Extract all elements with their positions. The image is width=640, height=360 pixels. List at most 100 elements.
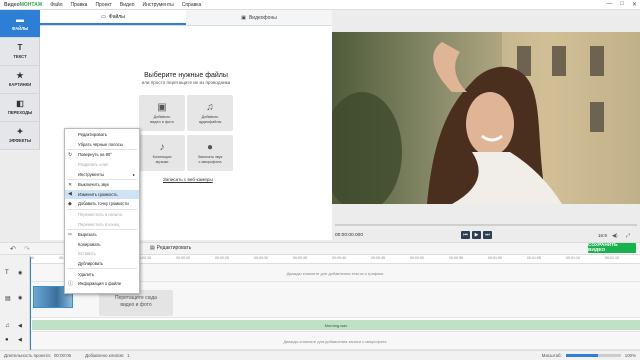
voice-track-hint: Дважды кликните для добавления записи с … (283, 339, 387, 344)
context-menu-label: Выключить звук (78, 182, 109, 188)
play-icon[interactable]: ▶ (472, 231, 481, 239)
context-menu-label: Изменить громкость (78, 191, 118, 197)
music-collection-tile[interactable]: ♪ Коллекция музыки (139, 135, 185, 171)
ruler-tick: 00:00:30 (254, 256, 268, 260)
playhead[interactable] (30, 257, 31, 350)
ruler-tick: 00:01:00 (488, 256, 502, 260)
zoom-slider[interactable] (565, 354, 621, 357)
preview-scrubber[interactable] (335, 224, 637, 226)
playback-buttons: ⏮ ▶ ⏭ (461, 231, 492, 239)
files-subheading: или просто перетащите их из проводника (141, 80, 231, 85)
ruler-tick: 00:01:15 (605, 256, 619, 260)
context-menu-item[interactable]: Убрать чёрные полосы (65, 140, 139, 150)
sidebar-item-images[interactable]: ★ КАРТИНКИ (0, 66, 40, 94)
context-menu-item[interactable]: ↻ Повернуть на 90° (65, 150, 139, 160)
eye-icon[interactable]: ◉ (18, 270, 22, 276)
eye-icon[interactable]: ◉ (18, 295, 22, 301)
tab-video-backgrounds[interactable]: ▣ Видеофоны (186, 10, 332, 25)
voice-track[interactable]: Дважды кликните для добавления записи с … (30, 332, 640, 350)
menu-bar: ВидеоМОНТАЖ Файл Правка Проект Видео Инс… (0, 0, 640, 10)
menu-video[interactable]: Видео (120, 2, 135, 8)
context-menu-item[interactable]: ✂ Вырезать (65, 230, 139, 240)
redo-icon[interactable]: ↷ (24, 245, 30, 253)
cut-icon: ✂ (68, 231, 73, 238)
context-menu-item: Переместить в начало (65, 210, 139, 220)
mute-icon: ✕ (68, 181, 73, 188)
sidebar-item-transitions[interactable]: ◧ ПЕРЕХОДЫ (0, 94, 40, 122)
volume-point-icon: ◆ (68, 200, 72, 207)
context-menu-label: Добавить точку громкости (78, 201, 129, 207)
volume-icon: ◀ (68, 191, 72, 198)
fullscreen-icon[interactable]: ⤢ (626, 233, 630, 239)
context-menu-label: Разделить клип (78, 162, 109, 168)
ruler-tick: 00:00:35 (293, 256, 307, 260)
add-video-tile[interactable]: ▣ Добавить видео и фото (139, 95, 185, 131)
music-note-icon: ♪ (159, 141, 165, 153)
sidebar: ▬ ФАЙЛЫ T ТЕКСТ ★ КАРТИНКИ ◧ ПЕРЕХОДЫ ✦ ЭФФЕК… (0, 10, 40, 150)
info-icon: ⓘ (68, 281, 74, 288)
context-menu-item[interactable]: ◀ Изменить громкость (65, 189, 139, 200)
tab-files[interactable]: ▭ Файлы (40, 10, 186, 25)
ruler-tick: 00:00:55 (449, 256, 463, 260)
context-menu-label: Повернуть на 90° (78, 152, 112, 158)
edit-button[interactable]: ▤ Редактировать (150, 245, 191, 251)
undo-icon[interactable]: ↶ (10, 245, 16, 253)
video-track-icon: ▤ (5, 296, 11, 302)
context-menu: Редактировать Убрать чёрные полосы ↻ Поверн… (64, 128, 140, 294)
menu-project[interactable]: Проект (95, 2, 111, 8)
context-menu-label: Информация о файле (78, 281, 122, 287)
webcam-link[interactable]: Записать с веб-камеры (163, 177, 213, 182)
audio-file-icon: ♫ (206, 101, 214, 113)
speaker-icon[interactable]: ◀ (18, 337, 22, 343)
menu-file[interactable]: Файл (50, 2, 62, 8)
context-menu-item[interactable]: ◆ Добавить точку громкости (65, 199, 139, 209)
ruler-tick: 00:00:50 (410, 256, 424, 260)
aspect-ratio[interactable]: 16:9 (598, 233, 607, 238)
save-video-button[interactable]: СОХРАНИТЬ ВИДЕО (588, 243, 636, 253)
skip-forward-icon[interactable]: ⏭ (483, 231, 492, 239)
files-heading: Выберите нужные файлы (144, 72, 228, 79)
context-menu-item[interactable]: ✕ Выключить звук (65, 180, 139, 190)
image-icon: ▣ (241, 14, 246, 21)
ruler-tick: 00:00:40 (332, 256, 346, 260)
context-menu-label: Убрать чёрные полосы (78, 141, 123, 147)
submenu-arrow-icon: ▸ (132, 171, 135, 177)
text-icon: T (17, 43, 23, 52)
close-icon[interactable]: ✕ (632, 1, 637, 8)
folder-icon: ▬ (16, 15, 24, 24)
context-menu-item[interactable]: Инструменты ▸ (65, 169, 139, 179)
files-prompt: Выберите нужные файлы или просто перетащ… (40, 72, 332, 85)
add-audio-tile[interactable]: ♫ Добавить аудиофайлы (187, 95, 233, 131)
menu-edit[interactable]: Правка (71, 2, 88, 8)
context-menu-item[interactable]: Копировать (65, 240, 139, 250)
menu-tools[interactable]: Инструменты (143, 2, 174, 8)
speaker-icon[interactable]: ◀ (18, 323, 22, 329)
wand-icon: ✦ (16, 127, 24, 136)
music-clip[interactable]: Morning.wav (32, 320, 640, 330)
context-menu-item[interactable]: Дублировать (65, 259, 139, 269)
folder-icon: ▭ (101, 13, 106, 20)
ruler-tick: 00:00:25 (215, 256, 229, 260)
skip-back-icon[interactable]: ⏮ (461, 231, 470, 239)
menu-help[interactable]: Справка (182, 2, 202, 8)
sidebar-item-effects[interactable]: ✦ ЭФФЕКТЫ (0, 122, 40, 150)
record-mic-tile[interactable]: ● Записать звук с микрофона (187, 135, 233, 171)
star-icon: ★ (16, 71, 24, 80)
context-menu-label: Переместить в конец (78, 221, 120, 227)
context-menu-item: Переместить в конец (65, 219, 139, 229)
sidebar-item-files[interactable]: ▬ ФАЙЛЫ (0, 10, 40, 38)
minimize-icon[interactable]: — (606, 1, 612, 8)
context-menu-item[interactable]: Удалить (65, 269, 139, 279)
context-menu-item[interactable]: ⓘ Информация о файле (65, 279, 139, 289)
context-menu-label: Дублировать (78, 261, 104, 267)
ruler-tick: 00:01:05 (527, 256, 541, 260)
time-display: 00:00:00.000 (335, 233, 364, 238)
text-track-icon: T (5, 270, 9, 276)
maximize-icon[interactable]: □ (620, 1, 624, 8)
sidebar-item-text[interactable]: T ТЕКСТ (0, 38, 40, 66)
volume-icon[interactable]: ◀) (612, 233, 618, 239)
microphone-icon: ● (206, 141, 214, 153)
window-controls: — □ ✕ (606, 1, 637, 8)
ruler-tick: 00:01:10 (566, 256, 580, 260)
context-menu-item[interactable]: Редактировать (65, 130, 139, 140)
